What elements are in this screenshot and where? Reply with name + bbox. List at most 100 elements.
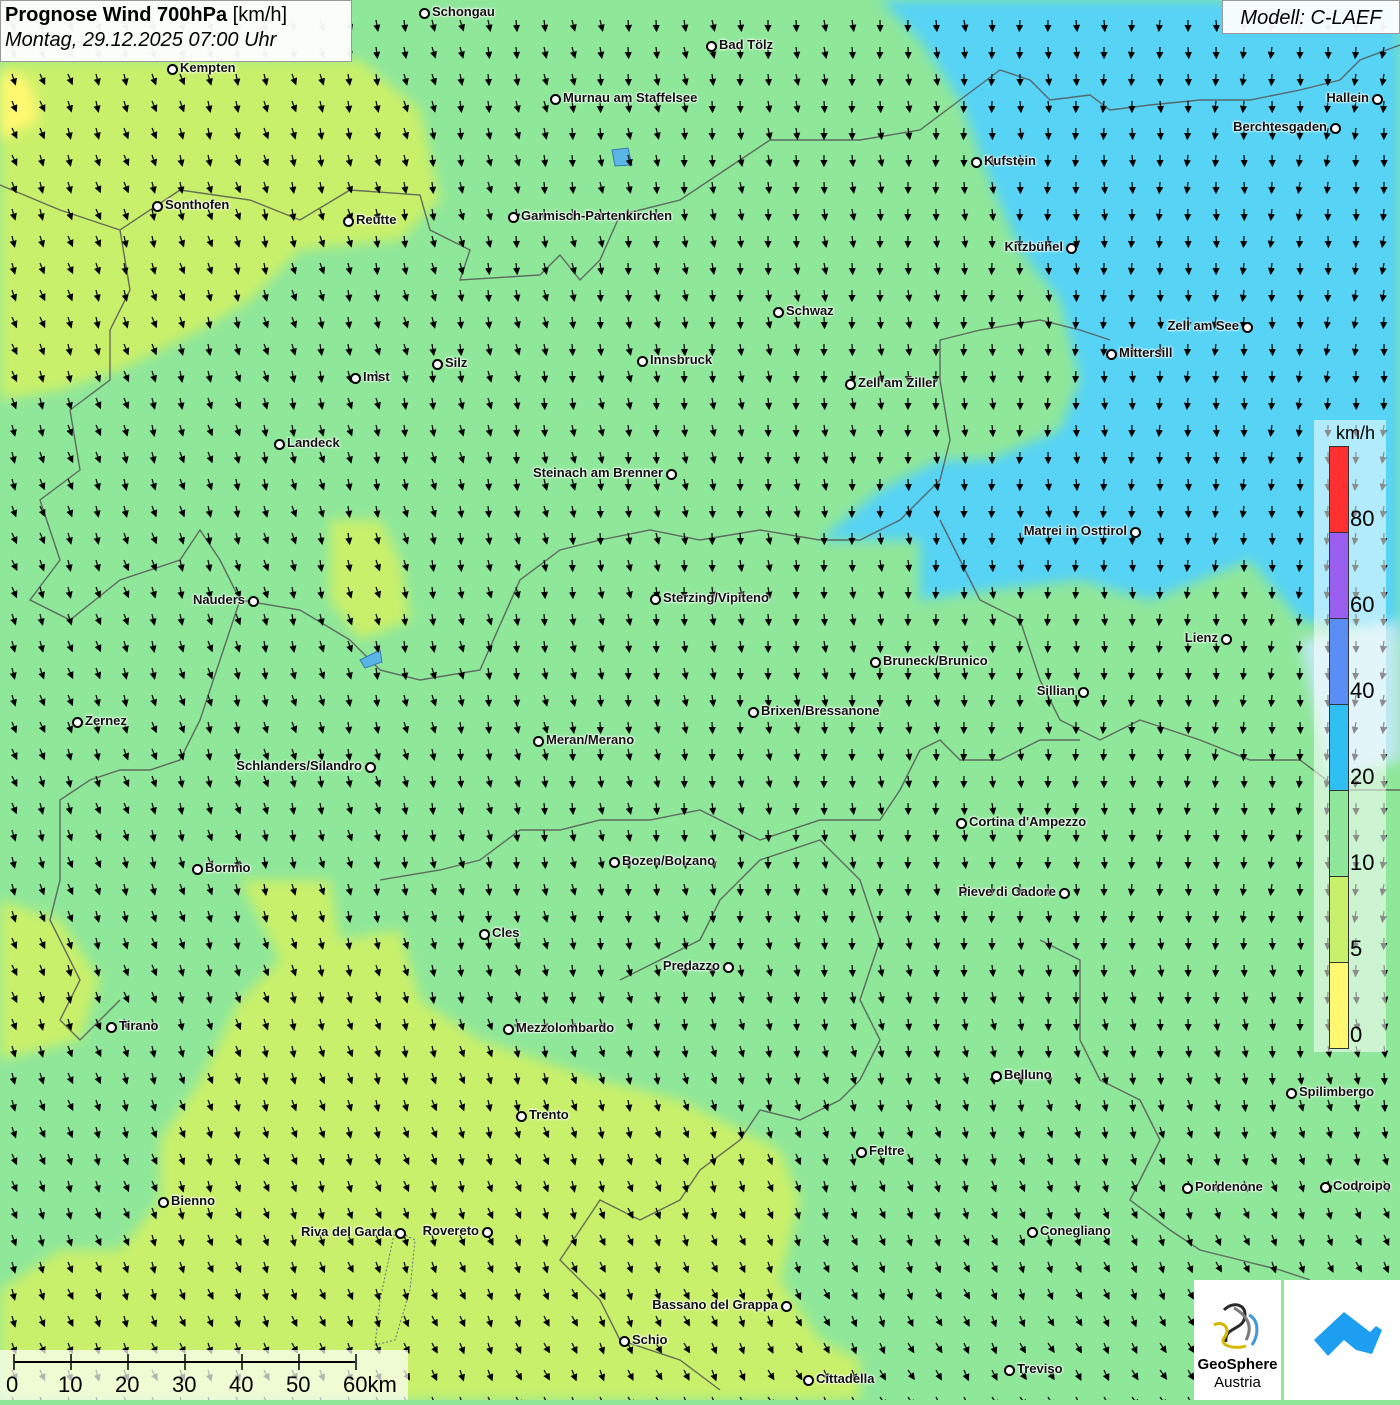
wind-arrow bbox=[1216, 830, 1217, 841]
wind-arrow bbox=[1384, 1073, 1385, 1084]
city-label: Conegliano bbox=[1040, 1223, 1111, 1238]
logo-line2: Austria bbox=[1194, 1374, 1281, 1391]
city-label: Lienz bbox=[1185, 630, 1218, 645]
scale-label: 60km bbox=[343, 1372, 397, 1398]
wind-arrow bbox=[908, 479, 909, 490]
wind-arrow bbox=[684, 614, 685, 625]
wind-arrow bbox=[992, 128, 993, 139]
city-label: Schwaz bbox=[786, 303, 834, 318]
wind-arrow bbox=[1160, 290, 1161, 301]
wind-arrow bbox=[712, 506, 713, 517]
wind-arrow bbox=[684, 776, 685, 787]
wind-arrow bbox=[1104, 803, 1105, 814]
city-marker bbox=[991, 1071, 1002, 1082]
city-marker bbox=[1130, 527, 1141, 538]
wind-arrow bbox=[1272, 533, 1273, 544]
wind-arrow bbox=[1216, 236, 1217, 247]
wind-arrow bbox=[1104, 20, 1105, 31]
wind-arrow bbox=[1216, 452, 1217, 463]
wind-arrow bbox=[628, 479, 629, 490]
city-label: Innsbruck bbox=[650, 352, 712, 367]
legend-color-segment bbox=[1329, 876, 1349, 963]
city-label: Treviso bbox=[1017, 1361, 1063, 1376]
wind-arrow bbox=[1159, 668, 1160, 679]
city-marker bbox=[748, 707, 759, 718]
wind-arrow bbox=[1019, 425, 1020, 436]
city-marker bbox=[723, 962, 734, 973]
wind-arrow bbox=[852, 560, 853, 571]
wind-arrow bbox=[740, 668, 741, 679]
wind-arrow bbox=[1272, 1046, 1273, 1057]
wind-arrow bbox=[1047, 830, 1048, 841]
wind-arrow bbox=[684, 560, 685, 571]
city-label: Nauders bbox=[193, 592, 245, 607]
wind-arrow bbox=[1188, 506, 1189, 517]
wind-arrow bbox=[1047, 803, 1048, 814]
wind-arrow bbox=[1216, 425, 1217, 436]
wind-arrow bbox=[1243, 452, 1244, 463]
wind-arrow bbox=[852, 776, 853, 787]
wind-arrow bbox=[656, 614, 657, 625]
wind-arrow bbox=[1300, 965, 1301, 976]
wind-arrow bbox=[1160, 128, 1161, 139]
city-marker bbox=[1027, 1227, 1038, 1238]
wind-arrow bbox=[964, 182, 965, 193]
city-marker bbox=[167, 64, 178, 75]
city-label: Riva del Garda bbox=[301, 1224, 392, 1239]
city-label: Bormio bbox=[205, 860, 251, 875]
city-label: Murnau am Staffelsee bbox=[563, 90, 697, 105]
wind-arrow bbox=[908, 587, 909, 598]
wind-arrow bbox=[1076, 803, 1077, 814]
wind-arrow bbox=[1244, 803, 1245, 814]
city-label: Zell am See bbox=[1167, 318, 1239, 333]
wind-arrow bbox=[1188, 668, 1189, 679]
wind-arrow bbox=[824, 965, 825, 976]
legend-unit: km/h bbox=[1336, 423, 1375, 444]
city-marker bbox=[1004, 1365, 1015, 1376]
city-label: Sterzing/Vipiteno bbox=[663, 590, 769, 605]
wind-arrow bbox=[1215, 965, 1216, 976]
wind-arrow bbox=[1160, 560, 1161, 571]
wind-arrow bbox=[768, 830, 769, 841]
wind-arrow bbox=[1160, 884, 1161, 895]
wind-arrow bbox=[1271, 74, 1272, 85]
wind-arrow bbox=[572, 344, 573, 355]
wind-arrow bbox=[936, 749, 937, 760]
wind-arrow bbox=[1243, 749, 1244, 760]
wind-arrow bbox=[740, 317, 741, 328]
legend-color-segment bbox=[1329, 446, 1349, 533]
wind-arrow bbox=[1188, 452, 1189, 463]
wind-arrow bbox=[880, 101, 881, 112]
wind-arrow bbox=[1215, 290, 1216, 301]
wind-arrow bbox=[1272, 749, 1273, 760]
wind-arrow bbox=[740, 101, 741, 112]
wind-arrow bbox=[1048, 992, 1049, 1003]
city-marker bbox=[856, 1147, 867, 1158]
wind-arrow bbox=[992, 641, 993, 652]
city-label: Sillian bbox=[1037, 683, 1075, 698]
city-label: Berchtesgaden bbox=[1233, 119, 1327, 134]
legend-color-segment bbox=[1329, 618, 1349, 705]
city-marker bbox=[773, 307, 784, 318]
city-marker bbox=[870, 657, 881, 668]
legend-label: 20 bbox=[1350, 764, 1374, 790]
wind-arrow bbox=[991, 479, 992, 490]
city-label: Pieve di Cadore bbox=[958, 884, 1056, 899]
wind-arrow bbox=[1244, 182, 1245, 193]
wind-arrow bbox=[936, 587, 937, 598]
city-label: Imst bbox=[363, 369, 390, 384]
wind-arrow bbox=[628, 911, 629, 922]
wind-arrow bbox=[824, 101, 825, 112]
wind-arrow bbox=[992, 20, 993, 31]
wind-arrow bbox=[936, 1019, 937, 1030]
wind-arrow bbox=[1216, 668, 1217, 679]
city-label: Schlanders/Silandro bbox=[236, 758, 362, 773]
city-marker bbox=[1066, 243, 1077, 254]
city-marker bbox=[192, 864, 203, 875]
wind-arrow bbox=[1244, 965, 1245, 976]
wind-arrow bbox=[1131, 911, 1132, 922]
wind-arrow bbox=[1076, 425, 1077, 436]
city-label: Tirano bbox=[119, 1018, 159, 1033]
wind-arrow bbox=[1300, 344, 1301, 355]
wind-arrow bbox=[991, 695, 992, 706]
